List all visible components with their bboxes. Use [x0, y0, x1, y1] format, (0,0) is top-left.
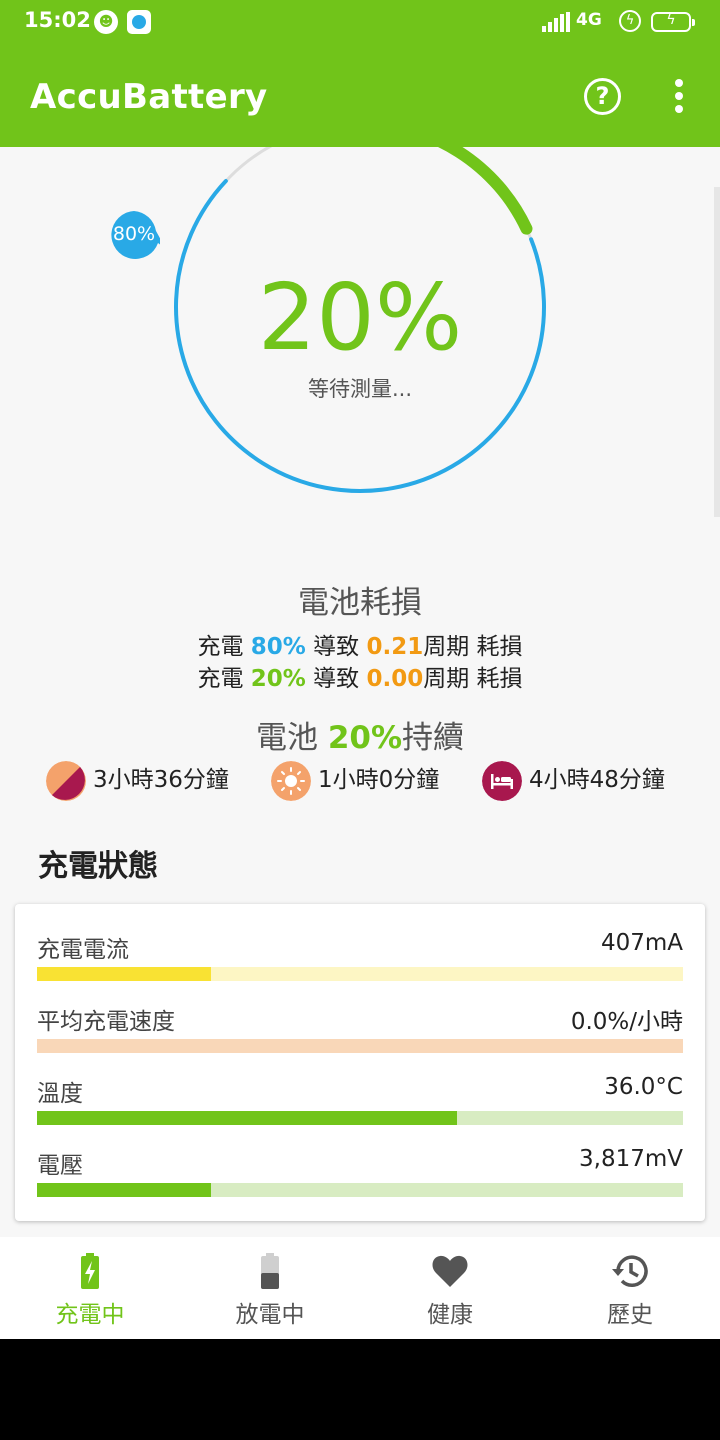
wear-pct: 80%: [250, 634, 306, 660]
app-notification-icon: [127, 10, 151, 34]
wear-prefix: 充電: [197, 634, 251, 660]
screen-mixed-icon: [46, 761, 86, 801]
sleep-bed-icon: [482, 761, 522, 801]
battery-discharging-icon: [261, 1253, 279, 1289]
charge-gauge: 80% 20% 等待測量...: [0, 147, 720, 517]
system-nav-area: [0, 1339, 720, 1440]
lasts-suffix: 持續: [402, 720, 465, 756]
more-vert-icon[interactable]: [668, 78, 690, 114]
progress-bar: [37, 1183, 683, 1197]
wear-pct: 20%: [250, 666, 306, 692]
wear-suffix: 周期 耗損: [423, 666, 523, 692]
progress-fill: [37, 1183, 212, 1197]
network-type: 4G: [576, 10, 602, 30]
signal-icon: [542, 12, 570, 32]
progress-bar: [37, 1039, 683, 1053]
tab-label: 歷史: [607, 1302, 653, 1328]
estimate-label: 4小時48分鐘: [529, 767, 665, 793]
main-content[interactable]: 80% 20% 等待測量... 電池耗損 充電 80% 導致 0.21周期 耗損…: [0, 147, 720, 1237]
help-circle-icon[interactable]: ?: [584, 78, 621, 115]
tab-health[interactable]: 健康: [360, 1237, 540, 1339]
charging-bolt-icon: ϟ: [619, 10, 641, 32]
row-value: 36.0°C: [604, 1074, 683, 1100]
estimate-label: 1小時0分鐘: [318, 767, 440, 793]
row-name: 溫度: [37, 1081, 83, 1107]
battery-charging-icon: [81, 1253, 99, 1289]
row-value: 407mA: [600, 930, 683, 956]
alarm-badge-label: 80%: [112, 223, 156, 245]
charging-battery-icon: ϟ: [651, 12, 695, 32]
tab-history[interactable]: 歷史: [540, 1237, 720, 1339]
bottom-navigation: 充電中 放電中 健康 歷史: [0, 1237, 720, 1339]
measure-status: 等待測量...: [307, 377, 413, 401]
screen-on-sun-icon: [271, 761, 311, 801]
row-value: 3,817mV: [579, 1146, 683, 1172]
wear-prefix: 充電: [197, 666, 251, 692]
wear-cycles: 0.21: [366, 634, 424, 660]
row-value: 0.0%/小時: [570, 1009, 683, 1035]
progress-fill: [37, 967, 212, 981]
battery-percent: 20%: [257, 264, 463, 371]
tab-label: 放電中: [235, 1302, 305, 1328]
app-bar: AccuBattery ?: [0, 44, 720, 147]
charging-status-title: 充電狀態: [38, 849, 158, 884]
row-name: 充電電流: [37, 937, 129, 963]
wear-line-20: 充電 20% 導致 0.00周期 耗損: [0, 659, 720, 693]
status-bar: 15:02 ☻ 4G ϟ ϟ: [0, 0, 720, 44]
history-icon: [612, 1255, 648, 1287]
wear-cycles: 0.00: [366, 666, 424, 692]
progress-bar: [37, 1111, 683, 1125]
charging-status-card: 充電電流 407mA 平均充電速度 0.0%/小時 溫度 36.0°C 電壓 3…: [15, 904, 705, 1221]
status-time: 15:02: [24, 8, 91, 32]
wear-mid: 導致: [305, 666, 367, 692]
progress-bar: [37, 967, 683, 981]
row-name: 電壓: [37, 1153, 83, 1179]
tab-discharging[interactable]: 放電中: [180, 1237, 360, 1339]
charge-alarm-badge[interactable]: 80%: [108, 209, 166, 261]
wear-line-80: 充電 80% 導致 0.21周期 耗損: [0, 627, 720, 661]
battery-lasts: 電池 20%持續: [0, 712, 720, 757]
grinning-face-icon: ☻: [94, 10, 118, 34]
progress-fill: [37, 1111, 457, 1125]
app-title: AccuBattery: [30, 77, 268, 117]
row-name: 平均充電速度: [37, 1009, 175, 1035]
wear-suffix: 周期 耗損: [423, 634, 523, 660]
battery-wear-title: 電池耗損: [298, 585, 422, 621]
tab-charging[interactable]: 充電中: [0, 1237, 180, 1339]
lasts-prefix: 電池: [255, 720, 328, 756]
wear-mid: 導致: [305, 634, 367, 660]
tab-label: 充電中: [55, 1302, 125, 1328]
estimate-label: 3小時36分鐘: [93, 767, 229, 793]
tab-label: 健康: [427, 1302, 473, 1328]
lasts-pct: 20%: [327, 720, 403, 756]
heart-icon: [432, 1255, 468, 1287]
